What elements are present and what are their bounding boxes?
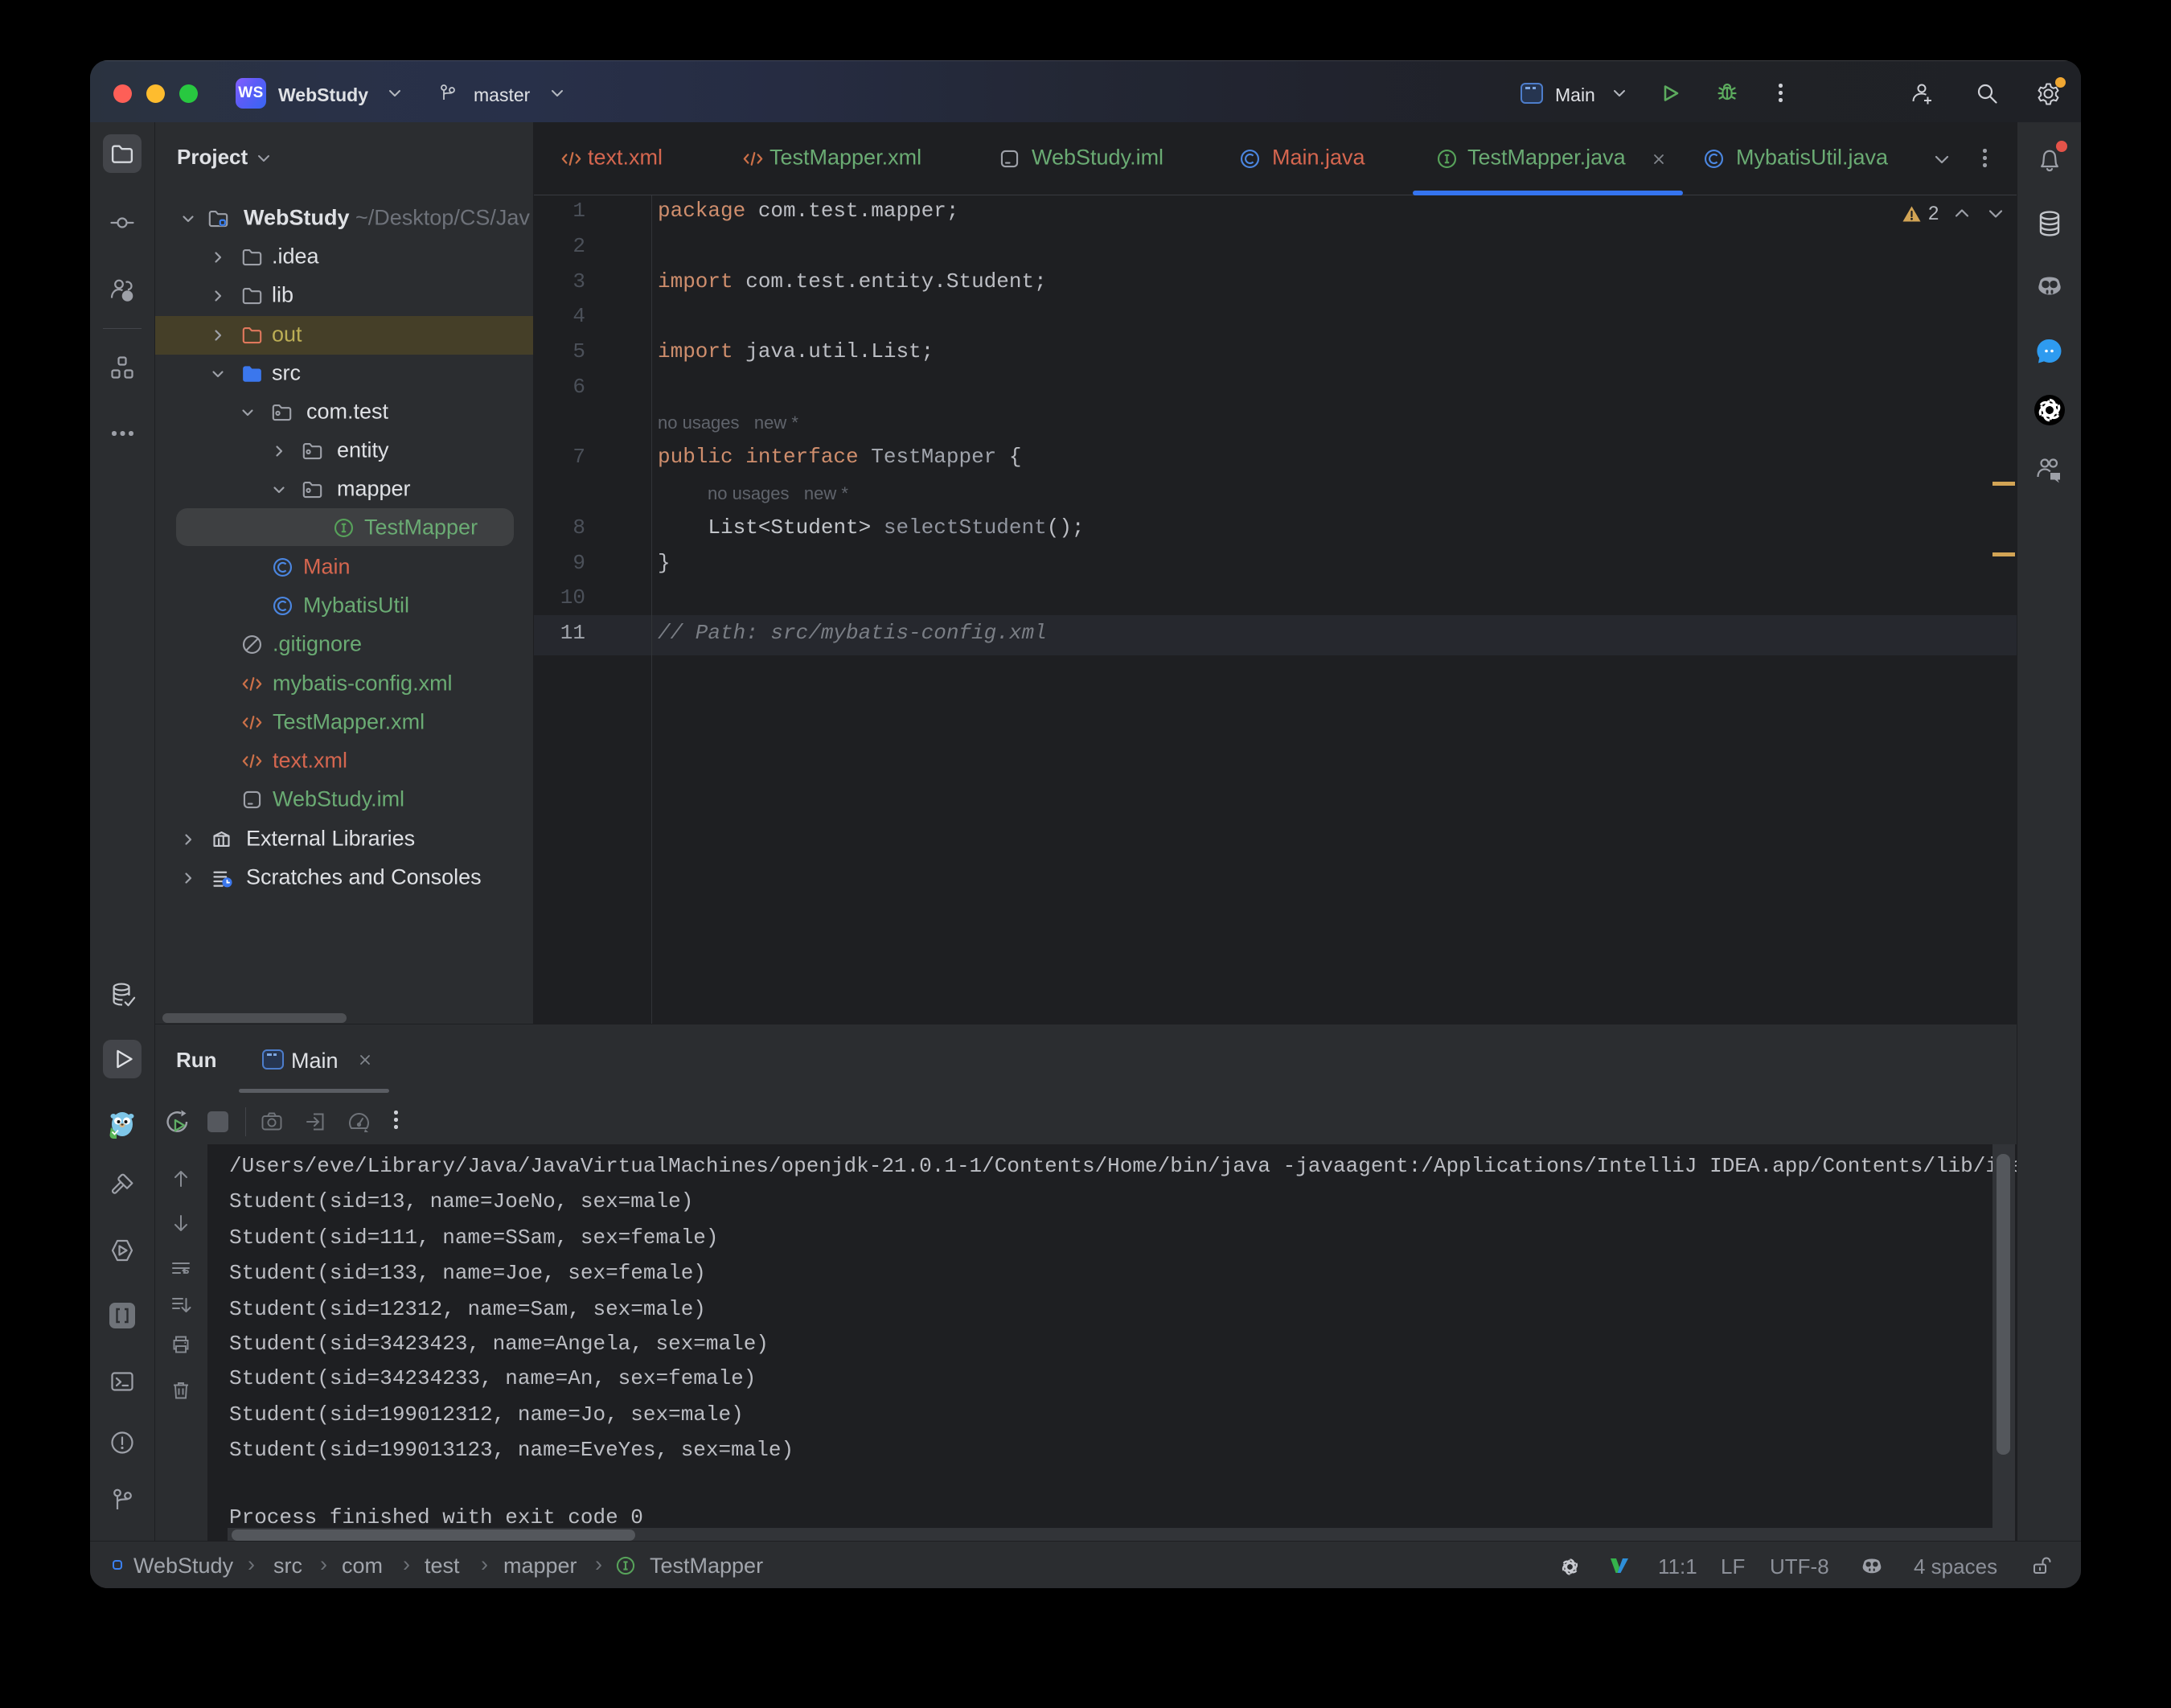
svg-text:?: ? (125, 292, 130, 302)
